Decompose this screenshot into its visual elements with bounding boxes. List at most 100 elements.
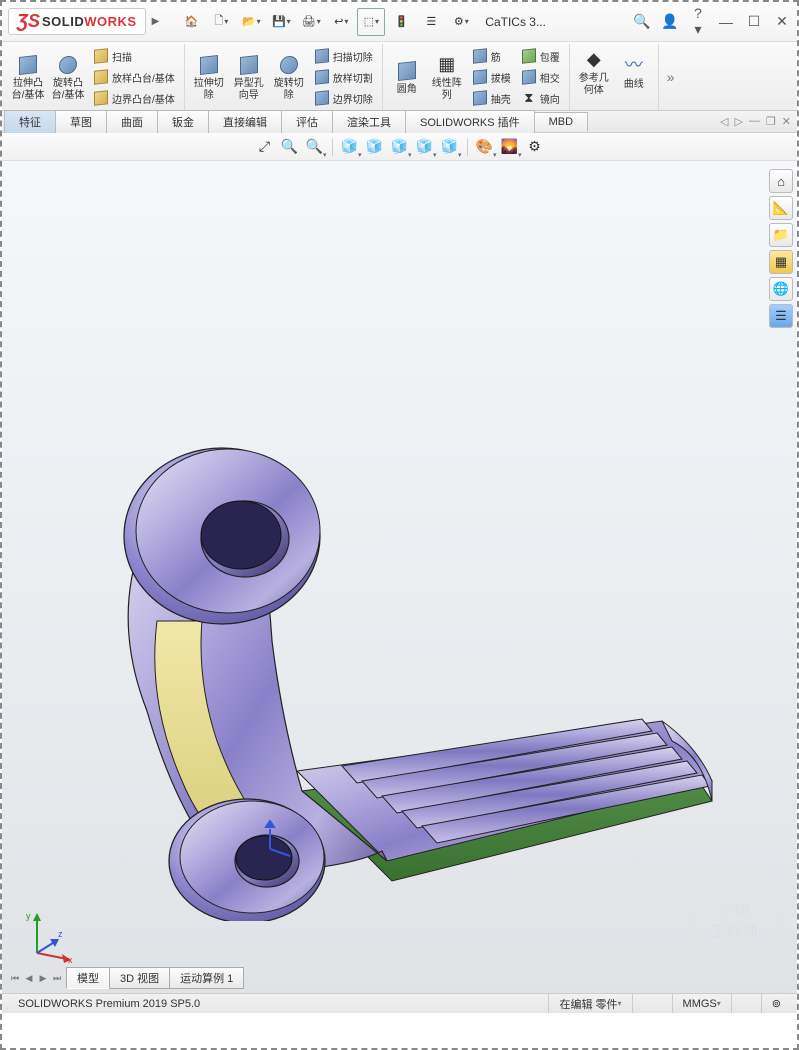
hide-show-icon[interactable]: 🧊: [439, 136, 461, 158]
app-logo[interactable]: ƷS SOLIDWORKS: [8, 8, 146, 35]
select-icon[interactable]: ⬚: [357, 8, 385, 36]
curves-button[interactable]: 〰曲线: [614, 52, 654, 93]
section-view-icon[interactable]: 🧊: [339, 136, 361, 158]
linear-pattern-button[interactable]: ▦线性阵列: [427, 51, 467, 104]
apply-scene-icon[interactable]: 🌄: [499, 136, 521, 158]
tab-features[interactable]: 特征: [4, 110, 56, 133]
help-icon[interactable]: ? ▾: [689, 5, 707, 38]
logo-text: SOLIDWORKS: [42, 14, 137, 29]
wrap-button[interactable]: 包覆: [518, 46, 563, 66]
status-blank1: [632, 994, 672, 1013]
view-orientation-icon[interactable]: 🧊: [389, 136, 411, 158]
status-edit-state[interactable]: 在编辑 零件: [548, 994, 631, 1013]
cut-extrude-button[interactable]: 拉伸切除: [189, 51, 229, 104]
draft-button[interactable]: 拔模: [469, 67, 514, 87]
boundary-button[interactable]: 边界凸台/基体: [90, 88, 178, 108]
ref-geometry-button[interactable]: ◆参考几何体: [574, 46, 614, 99]
svg-text:z: z: [58, 929, 63, 939]
prev-view-icon[interactable]: 🔍: [304, 136, 326, 158]
doc-minimize-icon[interactable]: —: [749, 115, 760, 128]
tab-surfaces[interactable]: 曲面: [106, 110, 158, 133]
zoom-fit-icon[interactable]: ⤢: [254, 136, 276, 158]
fillet-button[interactable]: 圆角: [387, 57, 427, 98]
btab-3dview[interactable]: 3D 视图: [109, 967, 170, 989]
minimize-button[interactable]: —: [717, 14, 735, 30]
home-icon[interactable]: 🏠: [177, 8, 205, 36]
doc-next-icon[interactable]: ▷: [734, 115, 742, 128]
cut-boundary-button[interactable]: 边界切除: [311, 88, 376, 108]
open-file-icon[interactable]: 📂: [237, 8, 265, 36]
tab-mbd[interactable]: MBD: [534, 112, 588, 131]
doc-prev-icon[interactable]: ◁: [720, 115, 728, 128]
tab-addins[interactable]: SOLIDWORKS 插件: [405, 110, 535, 133]
maximize-button[interactable]: ☐: [745, 13, 763, 30]
taskpane-custom-props-icon[interactable]: ☰: [769, 304, 793, 328]
status-version: SOLIDWORKS Premium 2019 SP5.0: [8, 994, 548, 1013]
save-icon[interactable]: 💾: [267, 8, 295, 36]
btab-prev-icon[interactable]: ◀: [22, 973, 36, 984]
extrude-boss-button[interactable]: 拉伸凸台/基体: [8, 51, 48, 104]
cut-revolve-button[interactable]: 旋转切除: [269, 51, 309, 104]
tab-render[interactable]: 渲染工具: [332, 110, 406, 133]
motion-tabs: ⏮◀▶⏭ 模型 3D 视图 运动算例 1: [8, 967, 243, 989]
hole-wizard-button[interactable]: 异型孔向导: [229, 51, 269, 104]
tab-direct-edit[interactable]: 直接编辑: [208, 110, 282, 133]
graphics-viewport[interactable]: ⌂ 📐 📁 ▦ 🌐 ☰: [2, 161, 797, 993]
revolve-boss-button[interactable]: 旋转凸台/基体: [48, 51, 88, 104]
cut-sweep-button[interactable]: 扫描切除: [311, 46, 376, 66]
taskpane-file-explorer-icon[interactable]: 📁: [769, 223, 793, 247]
ribbon-expand-icon[interactable]: »: [663, 69, 679, 85]
new-file-icon[interactable]: 🗋: [207, 8, 235, 36]
ribbon-group-cut: 拉伸切除 异型孔向导 旋转切除 扫描切除 放样切割 边界切除: [185, 44, 383, 110]
heads-up-view-toolbar: ⤢ 🔍 🔍 🧊 🧊 🧊 🧊 🧊 🎨 🌄 ⚙: [2, 133, 797, 161]
options-icon[interactable]: ☰: [417, 8, 445, 36]
model-render: [52, 361, 732, 921]
intersect-button[interactable]: 相交: [518, 67, 563, 87]
svg-text:y: y: [26, 911, 31, 921]
btab-motion[interactable]: 运动算例 1: [169, 967, 244, 989]
tab-sheetmetal[interactable]: 钣金: [157, 110, 209, 133]
mirror-button[interactable]: ⧗镜向: [518, 88, 563, 108]
status-units[interactable]: MMGS: [672, 994, 731, 1013]
close-button[interactable]: ✕: [773, 13, 791, 30]
taskpane-resources-icon[interactable]: ⌂: [769, 169, 793, 193]
doc-restore-icon[interactable]: ❐: [766, 115, 776, 128]
ribbon: 拉伸凸台/基体 旋转凸台/基体 扫描 放样凸台/基体 边界凸台/基体 拉伸切除 …: [2, 42, 797, 111]
print-icon[interactable]: 🖨: [297, 8, 325, 36]
btab-first-icon[interactable]: ⏮: [8, 973, 22, 984]
svg-text:x: x: [68, 955, 73, 965]
taskpane-design-library-icon[interactable]: 📐: [769, 196, 793, 220]
taskpane-appearances-icon[interactable]: 🌐: [769, 277, 793, 301]
quick-access-toolbar: 🏠 🗋 📂 💾 🖨 ↩ ⬚ 🚦 ☰ ⚙: [177, 8, 475, 36]
btab-model[interactable]: 模型: [66, 967, 110, 989]
loft-button[interactable]: 放样凸台/基体: [90, 67, 178, 87]
btab-next-icon[interactable]: ▶: [36, 973, 50, 984]
ribbon-group-features: 圆角 ▦线性阵列 筋 拔模 抽壳 包覆 相交 ⧗镜向: [383, 44, 570, 110]
rib-button[interactable]: 筋: [469, 46, 514, 66]
title-bar: ƷS SOLIDWORKS ▶ 🏠 🗋 📂 💾 🖨 ↩ ⬚ 🚦 ☰ ⚙ CaTI…: [2, 2, 797, 42]
edit-appearance-icon[interactable]: 🎨: [474, 136, 496, 158]
orientation-triad[interactable]: y x z: [22, 905, 82, 965]
status-bar: SOLIDWORKS Premium 2019 SP5.0 在编辑 零件 MMG…: [2, 993, 797, 1013]
btab-last-icon[interactable]: ⏭: [50, 973, 64, 984]
tab-evaluate[interactable]: 评估: [281, 110, 333, 133]
shell-button[interactable]: 抽壳: [469, 88, 514, 108]
status-cog-icon[interactable]: ⊚: [761, 994, 791, 1013]
user-icon[interactable]: 👤: [661, 13, 679, 30]
view-settings-icon[interactable]: ⚙: [524, 136, 546, 158]
settings-gear-icon[interactable]: ⚙: [447, 8, 475, 36]
rebuild-icon[interactable]: 🚦: [387, 8, 415, 36]
zoom-area-icon[interactable]: 🔍: [279, 136, 301, 158]
document-title: CaTICs 3...: [485, 15, 546, 29]
dynamic-section-icon[interactable]: 🧊: [364, 136, 386, 158]
search-icon[interactable]: 🔍: [633, 13, 651, 30]
doc-close-icon[interactable]: ✕: [782, 115, 791, 128]
ribbon-group-ref: ◆参考几何体 〰曲线: [570, 44, 659, 110]
display-style-icon[interactable]: 🧊: [414, 136, 436, 158]
menu-expand-icon[interactable]: ▶: [152, 16, 160, 27]
undo-icon[interactable]: ↩: [327, 8, 355, 36]
cut-loft-button[interactable]: 放样切割: [311, 67, 376, 87]
taskpane-view-palette-icon[interactable]: ▦: [769, 250, 793, 274]
tab-sketch[interactable]: 草图: [55, 110, 107, 133]
sweep-button[interactable]: 扫描: [90, 46, 178, 66]
